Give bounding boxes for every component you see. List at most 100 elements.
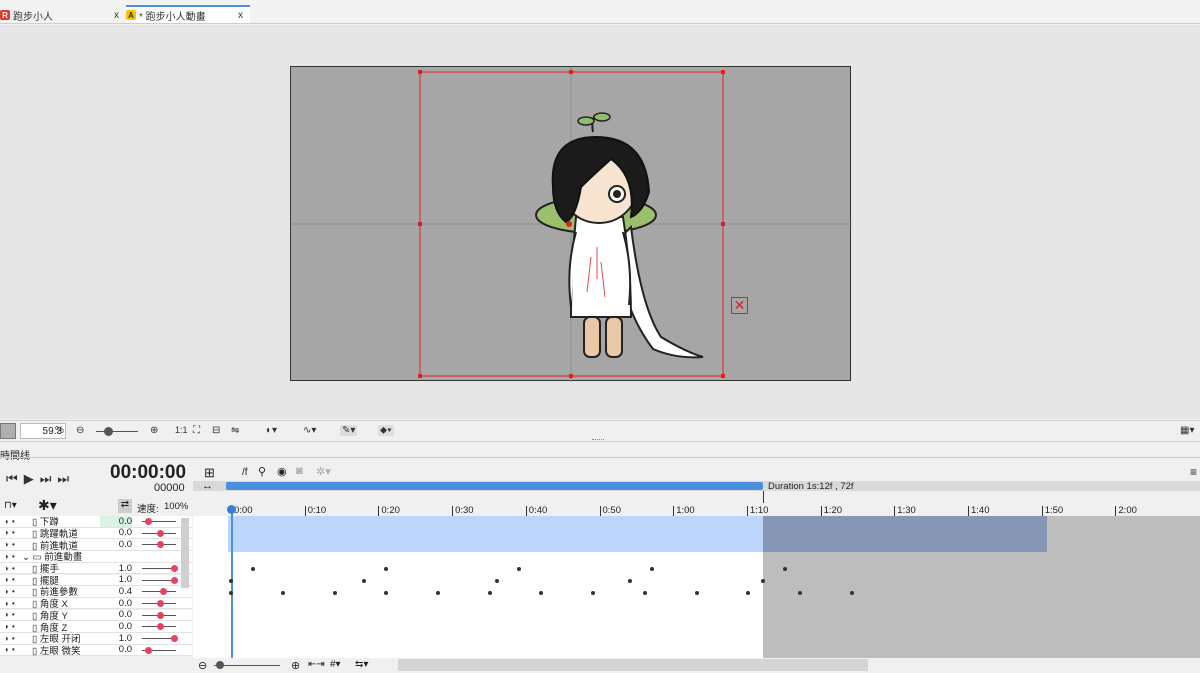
param-row[interactable]: ◑ • ▯ 角度 X 0.0 [0, 598, 192, 610]
param-value[interactable]: 0.0 [100, 539, 132, 550]
param-slider-knob[interactable] [157, 541, 164, 549]
duration-bar[interactable] [226, 482, 763, 490]
param-row[interactable]: ◑ • ▯ 跳躍軌道 0.0 [0, 527, 192, 540]
keyframe-dot-icon[interactable]: • [12, 540, 20, 549]
param-value[interactable]: 1.0 [100, 633, 132, 644]
zoom-out-icon[interactable]: ⊖ [76, 425, 84, 436]
pin-icon[interactable]: ⚲ [258, 465, 266, 478]
panel-splitter-handle[interactable] [592, 439, 604, 441]
param-slider-knob[interactable] [145, 646, 152, 654]
keyframe-marker[interactable] [628, 579, 632, 583]
keyframe-marker[interactable] [650, 567, 654, 571]
stage-canvas[interactable]: ✕ [290, 66, 852, 382]
visibility-icon[interactable]: ◑ [0, 645, 12, 654]
keyframe-dot-icon[interactable]: • [12, 610, 20, 619]
deformer-display-icon[interactable]: ∿▾ [303, 425, 316, 436]
keyframe-marker[interactable] [643, 591, 647, 595]
keyframe-marker[interactable] [495, 579, 499, 583]
canvas-color-swatch[interactable] [0, 423, 16, 439]
onion-skin-icon[interactable]: ◉ [277, 465, 287, 478]
last-frame-icon[interactable]: ⏭ [57, 471, 69, 487]
param-row[interactable]: ◑ • ▯ 擺手 1.0 [0, 563, 192, 575]
zoom-in-icon[interactable]: ⊕ [150, 425, 158, 436]
graph-editor-icon[interactable]: ⊞ [204, 465, 215, 481]
keyframe-dot-icon[interactable]: • [12, 552, 20, 561]
param-slider-knob[interactable] [170, 635, 178, 642]
brush-tool-icon[interactable]: ✎▾ [340, 425, 358, 436]
visibility-icon[interactable]: ◑ [0, 528, 12, 537]
param-scrollbar[interactable] [181, 518, 189, 588]
timeline-zoom-out-icon[interactable]: ⊖ [198, 659, 207, 672]
keyframe-dot-icon[interactable]: • [12, 599, 20, 608]
param-slider-knob[interactable] [170, 564, 178, 572]
character-artwork[interactable] [291, 67, 852, 382]
keyframe-marker[interactable] [798, 591, 802, 595]
param-value[interactable]: 1.0 [100, 574, 132, 585]
param-value[interactable]: 0.0 [100, 598, 132, 609]
play-icon[interactable]: ▶ [24, 471, 34, 487]
param-value[interactable]: 0.0 [100, 621, 132, 632]
keyframe-marker[interactable] [746, 591, 750, 595]
keyframe-marker[interactable] [229, 591, 233, 595]
timeline-zoom-in-icon[interactable]: ⊕ [291, 659, 300, 672]
keyframe-marker[interactable] [761, 579, 765, 583]
keyframe-marker[interactable] [436, 591, 440, 595]
param-slider[interactable] [142, 591, 176, 593]
playhead-handle[interactable] [227, 505, 236, 514]
param-slider-knob[interactable] [157, 611, 164, 619]
param-row[interactable]: ◑ • ▯ 角度 Z 0.0 [0, 621, 192, 634]
param-row[interactable]: ◑ • ▯ 左眼 开闭 1.0 [0, 633, 192, 645]
param-row[interactable]: ◑ • ▯ 擺腿 1.0 [0, 574, 192, 587]
loop-icon[interactable]: ⇄ [118, 499, 132, 513]
expand-icon[interactable]: ↔ [202, 480, 213, 492]
speed-value[interactable]: 100% [164, 501, 188, 512]
actual-size-button[interactable]: 1:1 [175, 425, 188, 435]
keyframe-marker[interactable] [362, 579, 366, 583]
grid-icon[interactable]: #▾ [330, 659, 341, 670]
keyframe-dot-icon[interactable]: • [12, 622, 20, 631]
keyframe-marker[interactable] [488, 591, 492, 595]
param-slider-knob[interactable] [157, 529, 164, 537]
param-slider-knob[interactable] [157, 599, 164, 607]
keyframe-marker[interactable] [539, 591, 543, 595]
visibility-icon[interactable]: ◑ [0, 634, 12, 643]
param-row[interactable]: ◑ • ▯ 角度 Y 0.0 [0, 609, 192, 622]
param-slider-knob[interactable] [145, 518, 152, 525]
camera-icon[interactable]: ◙ [296, 465, 303, 477]
param-row[interactable]: ◑ • ▯ 左眼 微笑 0.0 [0, 644, 192, 657]
keyframe-marker[interactable] [384, 567, 388, 571]
keyframe-marker[interactable] [591, 591, 595, 595]
keyframe-dot-icon[interactable]: • [12, 528, 20, 537]
pivot-x-icon[interactable]: ✕ [731, 297, 748, 314]
fps-label[interactable]: /f [242, 467, 248, 478]
keyframe-marker[interactable] [333, 591, 337, 595]
param-slider-knob[interactable] [157, 623, 164, 631]
tab-animation[interactable]: A * 跑步小人動畫 x [126, 5, 250, 23]
visibility-icon[interactable]: ◑ [0, 622, 12, 631]
param-row[interactable]: ◑ • ▯ 前進參數 0.4 [0, 586, 192, 598]
visibility-icon[interactable]: ◑ [0, 599, 12, 608]
next-frame-icon[interactable]: ⏭ [40, 471, 52, 487]
keyframe-marker[interactable] [850, 591, 854, 595]
visibility-icon[interactable]: ◑ [0, 517, 12, 526]
tab-model[interactable]: R 跑步小人 x [0, 6, 125, 24]
keyframe-marker[interactable] [281, 591, 285, 595]
end-marker[interactable] [763, 491, 764, 503]
keyframe-marker[interactable] [783, 567, 787, 571]
close-icon[interactable]: x [238, 10, 243, 21]
timeline-hscrollbar[interactable] [398, 659, 868, 671]
keyframe-marker[interactable] [229, 579, 233, 583]
flip-icon[interactable]: ⇋ [231, 425, 239, 436]
previous-frame-icon[interactable]: ⏮ [6, 471, 18, 487]
visibility-icon[interactable]: ◑ [0, 610, 12, 619]
visibility-icon[interactable]: ◑ [0, 564, 12, 573]
visibility-icon[interactable]: ◑ [0, 540, 12, 549]
zoom-slider[interactable] [96, 431, 138, 432]
param-value[interactable]: 0.0 [100, 527, 132, 538]
fit-timeline-icon[interactable]: ⇤⇥ [308, 659, 325, 670]
settings-icon[interactable]: ✲▾ [316, 465, 331, 478]
keyframe-dot-icon[interactable]: • [12, 587, 20, 596]
visibility-icon[interactable]: ◑ [0, 587, 12, 596]
fit-screen-icon[interactable]: ⛶ [193, 425, 200, 436]
param-value[interactable]: 0.0 [100, 609, 132, 620]
